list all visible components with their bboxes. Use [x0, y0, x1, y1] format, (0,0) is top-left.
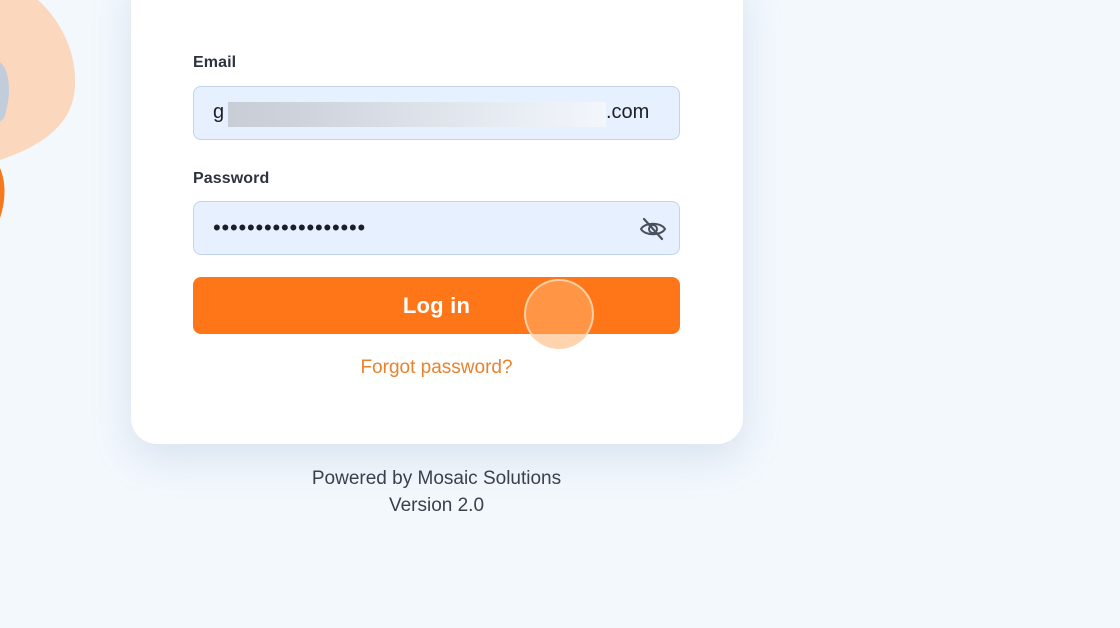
decorative-illustration	[0, 0, 76, 218]
login-button[interactable]: Log in	[193, 277, 680, 334]
email-label: Email	[193, 54, 237, 71]
email-field[interactable]: g .com	[193, 86, 680, 140]
click-indicator	[524, 279, 594, 349]
email-value-start: g	[213, 101, 225, 123]
email-redacted-blur	[228, 102, 606, 127]
password-label: Password	[193, 170, 270, 187]
eye-slash-icon[interactable]	[639, 216, 667, 242]
forgot-password-link[interactable]: Forgot password?	[193, 357, 680, 379]
password-field[interactable]: ••••••••••••••••••	[193, 201, 680, 255]
email-value-end: .com	[606, 101, 650, 123]
powered-by-text: Powered by Mosaic Solutions	[311, 468, 562, 489]
version-text: Version 2.0	[388, 495, 485, 516]
password-masked-value: ••••••••••••••••••	[213, 215, 367, 240]
